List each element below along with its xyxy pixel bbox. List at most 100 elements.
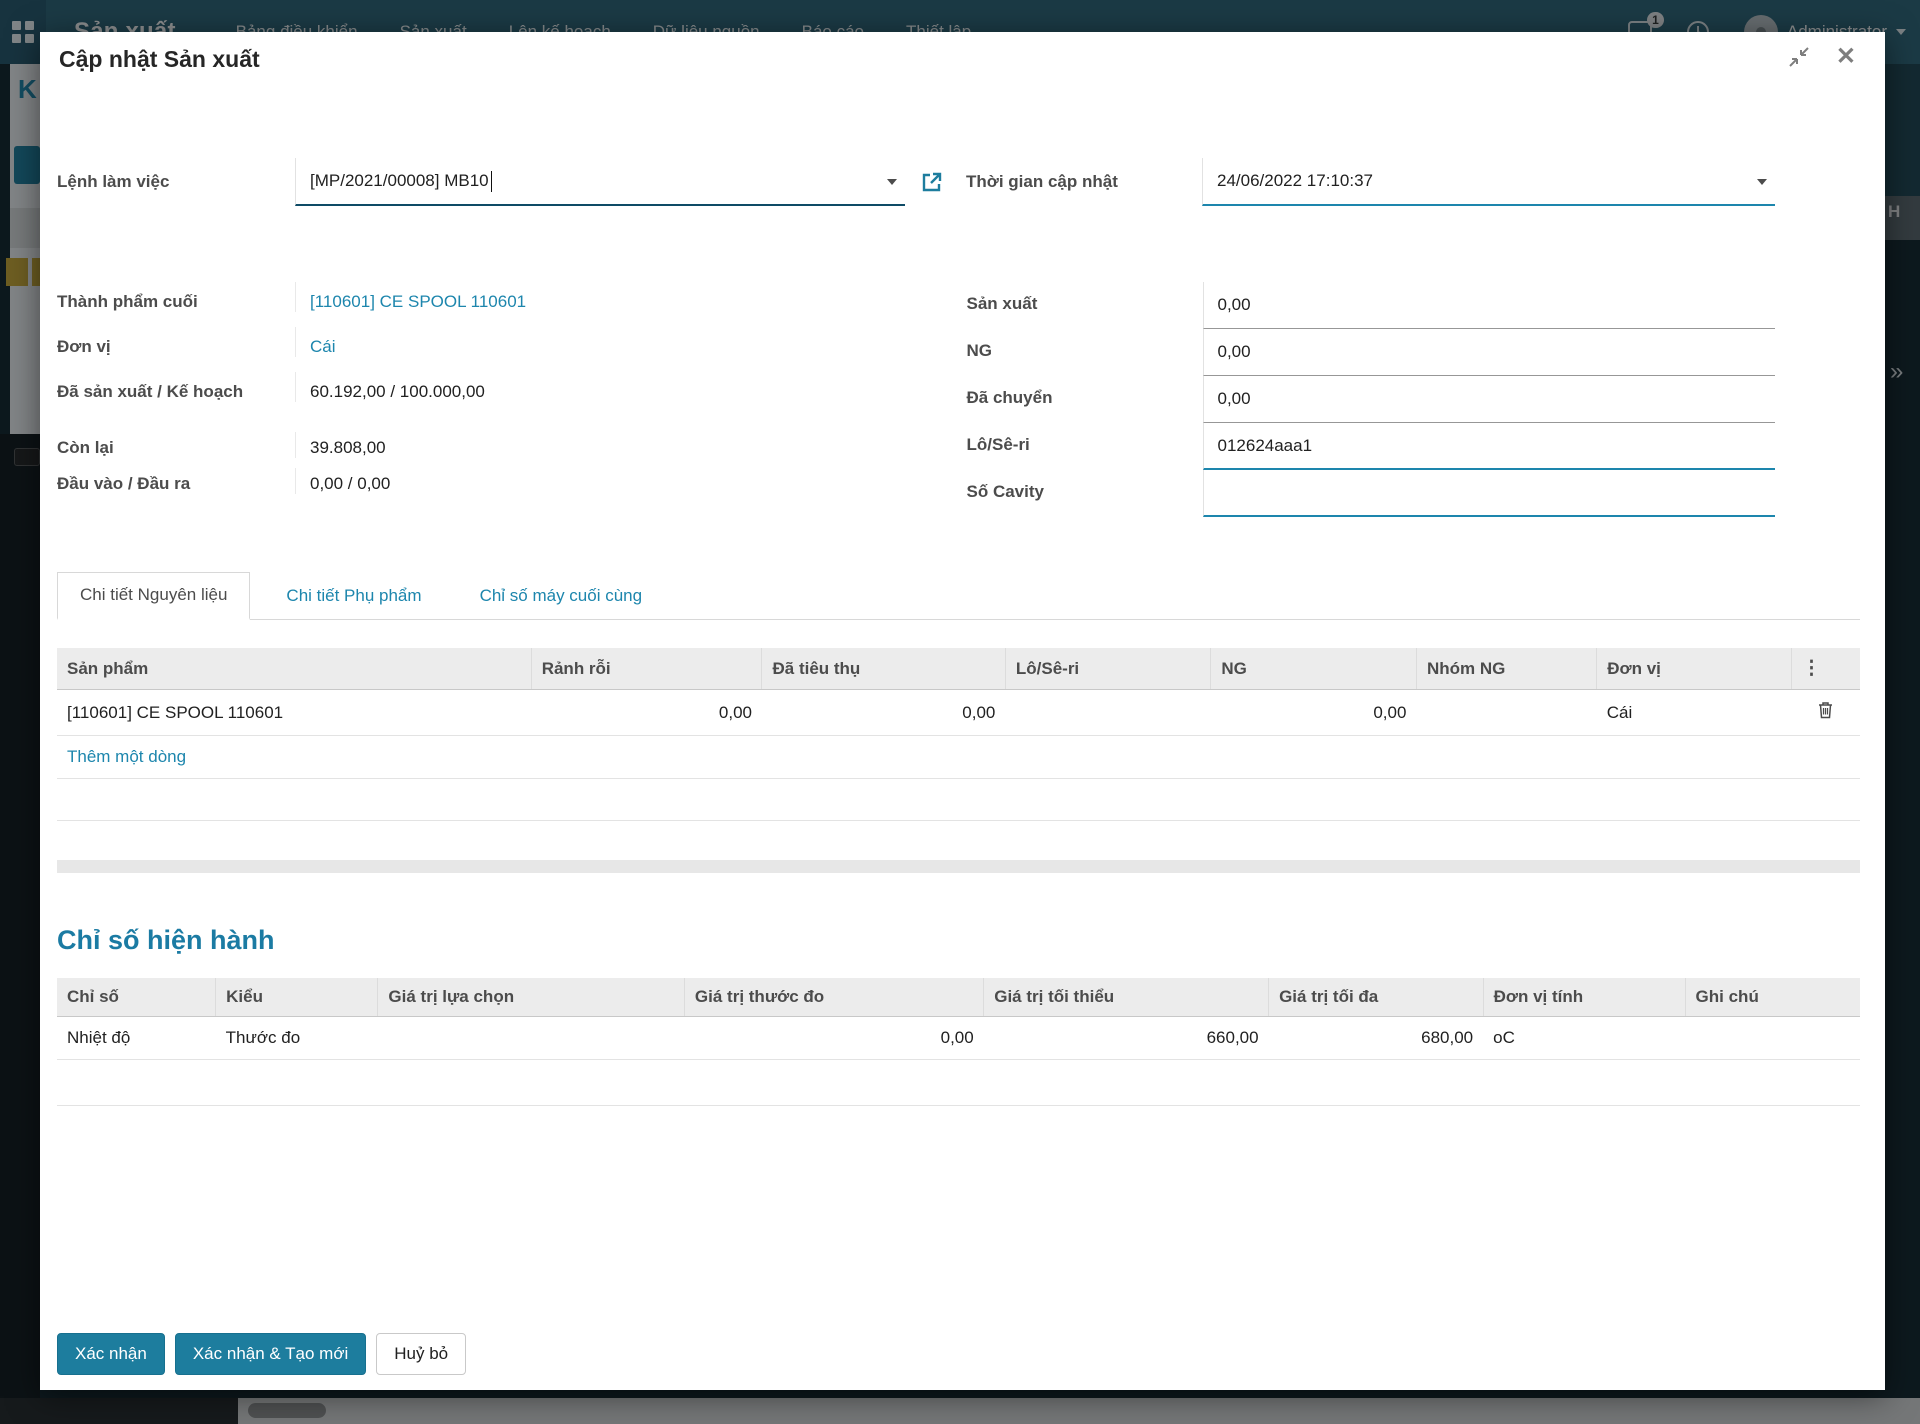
col-type[interactable]: Kiểu [216, 978, 378, 1017]
material-ng[interactable]: 0,00 [1211, 690, 1417, 736]
materials-table-wrap: Sản phẩm Rảnh rỗi Đã tiêu thụ Lô/Sê-ri N… [57, 648, 1860, 821]
remaining-label: Còn lại [57, 432, 295, 458]
material-row[interactable]: [110601] CE SPOOL 110601 0,00 0,00 0,00 … [57, 690, 1860, 736]
current-indicators-heading: Chỉ số hiện hành [57, 925, 1860, 956]
col-free[interactable]: Rảnh rỗi [531, 648, 762, 690]
tab-machine-indicators[interactable]: Chỉ số máy cuối cùng [458, 574, 665, 619]
remaining-value: 39.808,00 [295, 432, 899, 458]
empty-row [57, 1060, 1860, 1106]
col-lot[interactable]: Lô/Sê-ri [1005, 648, 1211, 690]
col-product[interactable]: Sản phẩm [57, 648, 531, 690]
input-output-value: 0,00 / 0,00 [295, 468, 899, 494]
indicator-row[interactable]: Nhiệt độ Thước đo 0,00 660,00 680,00 oC [57, 1017, 1860, 1060]
confirm-button[interactable]: Xác nhận [57, 1333, 165, 1375]
col-ng-group[interactable]: Nhóm NG [1416, 648, 1596, 690]
collapse-icon [1788, 46, 1810, 68]
form-info-section: Thành phẩm cuối [110601] CE SPOOL 110601… [57, 282, 1860, 517]
material-free[interactable]: 0,00 [531, 690, 762, 736]
indicator-measured[interactable]: 0,00 [684, 1017, 983, 1060]
tab-byproducts[interactable]: Chi tiết Phụ phẩm [264, 574, 443, 619]
work-order-input[interactable]: [MP/2021/00008] MB10 [295, 158, 905, 206]
cavity-field-row: Số Cavity [959, 470, 1861, 517]
indicator-uom[interactable]: oC [1483, 1017, 1685, 1060]
col-selected-value[interactable]: Giá trị lựa chọn [378, 978, 685, 1017]
add-line-link[interactable]: Thêm một dòng [67, 747, 186, 766]
remaining-row: Còn lại 39.808,00 [57, 432, 959, 468]
production-input[interactable]: 0,00 [1203, 282, 1776, 329]
material-ng-group[interactable] [1416, 690, 1596, 736]
close-icon[interactable]: ✕ [1836, 46, 1856, 68]
col-measured-value[interactable]: Giá trị thước đo [684, 978, 983, 1017]
transferred-input[interactable]: 0,00 [1203, 376, 1776, 423]
materials-table: Sản phẩm Rảnh rỗi Đã tiêu thụ Lô/Sê-ri N… [57, 648, 1860, 821]
col-ng[interactable]: NG [1211, 648, 1417, 690]
col-uom[interactable]: Đơn vị [1597, 648, 1792, 690]
modal-footer: Xác nhận Xác nhận & Tạo mới Huỷ bỏ [57, 1333, 1860, 1375]
material-product[interactable]: [110601] CE SPOOL 110601 [57, 690, 531, 736]
info-column: Thành phẩm cuối [110601] CE SPOOL 110601… [57, 282, 959, 517]
fields-column: Sản xuất 0,00 NG 0,00 Đã chuyển 0,00 [959, 282, 1861, 517]
trash-icon [1817, 701, 1834, 719]
cavity-input[interactable] [1203, 470, 1776, 517]
indicator-type[interactable]: Thước đo [216, 1017, 378, 1060]
cavity-label: Số Cavity [959, 470, 1203, 517]
indicators-header-row: Chỉ số Kiểu Giá trị lựa chọn Giá trị thư… [57, 978, 1860, 1017]
col-uom-name[interactable]: Đơn vị tính [1483, 978, 1685, 1017]
empty-row [57, 779, 1860, 821]
indicator-min[interactable]: 660,00 [984, 1017, 1269, 1060]
input-output-row: Đầu vào / Đầu ra 0,00 / 0,00 [57, 468, 959, 504]
ng-label: NG [959, 329, 1203, 376]
lot-input[interactable]: 012624aaa1 [1203, 423, 1776, 470]
open-record-button[interactable] [905, 171, 958, 193]
transferred-field-row: Đã chuyển 0,00 [959, 376, 1861, 423]
screen: Sản xuất Bảng điều khiển Sản xuất Lên kế… [0, 0, 1920, 1424]
update-time-label: Thời gian cập nhật [958, 172, 1202, 192]
delete-row-button[interactable] [1791, 690, 1860, 736]
final-product-link[interactable]: [110601] CE SPOOL 110601 [310, 292, 526, 311]
add-line-row: Thêm một dòng [57, 736, 1860, 779]
final-product-row: Thành phẩm cuối [110601] CE SPOOL 110601 [57, 282, 959, 327]
col-consumed[interactable]: Đã tiêu thụ [762, 648, 1005, 690]
dropdown-caret-icon[interactable] [887, 179, 897, 185]
modal-header: Cập nhật Sản xuất ✕ [57, 46, 1860, 73]
cancel-button[interactable]: Huỷ bỏ [376, 1333, 466, 1375]
input-output-label: Đầu vào / Đầu ra [57, 468, 295, 494]
material-lot[interactable] [1005, 690, 1211, 736]
uom-row: Đơn vị Cái [57, 327, 959, 372]
collapse-dialog-button[interactable] [1788, 46, 1810, 68]
uom-link[interactable]: Cái [310, 337, 336, 356]
external-link-icon [921, 171, 943, 193]
indicator-name[interactable]: Nhiệt độ [57, 1017, 216, 1060]
update-time-input[interactable]: 24/06/2022 17:10:37 [1202, 158, 1775, 206]
table-options-icon[interactable]: ⋮ [1791, 648, 1860, 690]
ng-input[interactable]: 0,00 [1203, 329, 1776, 376]
text-cursor [491, 171, 492, 192]
lot-field-row: Lô/Sê-ri 012624aaa1 [959, 423, 1861, 470]
col-indicator[interactable]: Chỉ số [57, 978, 216, 1017]
ng-field-row: NG 0,00 [959, 329, 1861, 376]
indicator-note[interactable] [1685, 1017, 1860, 1060]
material-consumed[interactable]: 0,00 [762, 690, 1005, 736]
produced-planned-label: Đã sản xuất / Kế hoạch [57, 372, 295, 402]
indicator-max[interactable]: 680,00 [1269, 1017, 1484, 1060]
final-product-label: Thành phẩm cuối [57, 282, 295, 312]
uom-label: Đơn vị [57, 327, 295, 357]
lot-label: Lô/Sê-ri [959, 423, 1203, 470]
confirm-and-new-button[interactable]: Xác nhận & Tạo mới [175, 1333, 366, 1375]
dropdown-caret-icon[interactable] [1757, 179, 1767, 185]
tab-materials[interactable]: Chi tiết Nguyên liệu [57, 572, 250, 620]
indicators-table: Chỉ số Kiểu Giá trị lựa chọn Giá trị thư… [57, 978, 1860, 1106]
notebook-tabs: Chi tiết Nguyên liệu Chi tiết Phụ phẩm C… [57, 573, 1860, 620]
form-top-row: Lệnh làm việc [MP/2021/00008] MB10 Thời … [57, 158, 1860, 206]
col-min-value[interactable]: Giá trị tối thiểu [984, 978, 1269, 1017]
work-order-label: Lệnh làm việc [57, 172, 295, 192]
col-note[interactable]: Ghi chú [1685, 978, 1860, 1017]
produced-planned-value: 60.192,00 / 100.000,00 [295, 372, 899, 402]
table-scrollbar-track[interactable] [57, 860, 1860, 873]
indicators-table-wrap: Chỉ số Kiểu Giá trị lựa chọn Giá trị thư… [57, 978, 1860, 1106]
material-uom[interactable]: Cái [1597, 690, 1792, 736]
transferred-label: Đã chuyển [959, 376, 1203, 423]
produced-planned-row: Đã sản xuất / Kế hoạch 60.192,00 / 100.0… [57, 372, 959, 432]
col-max-value[interactable]: Giá trị tối đa [1269, 978, 1484, 1017]
indicator-selected[interactable] [378, 1017, 685, 1060]
